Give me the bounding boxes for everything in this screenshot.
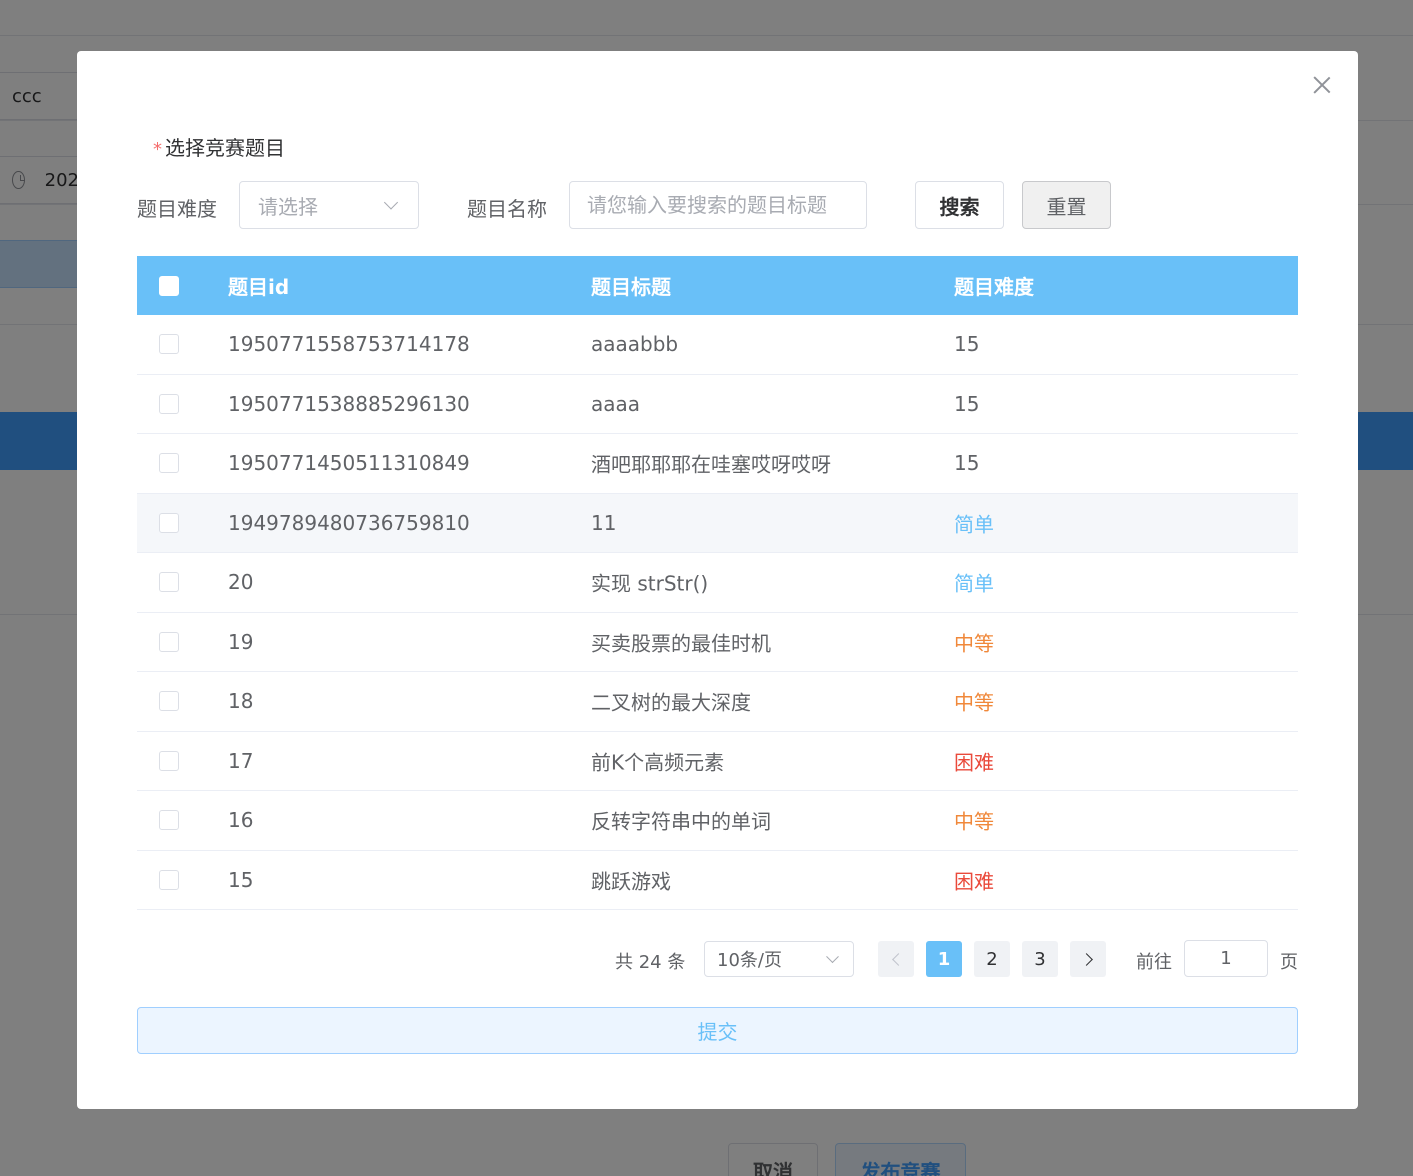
row-checkbox[interactable] <box>159 810 179 831</box>
question-difficulty: 困难 <box>954 750 994 775</box>
column-header-difficulty: 题目难度 <box>954 275 1034 299</box>
question-title: 反转字符串中的单词 <box>591 809 771 834</box>
table-row[interactable]: 1949789480736759810 11 简单 <box>137 493 1298 553</box>
table-row[interactable]: 15 跳跃游戏 困难 <box>137 850 1298 910</box>
question-id: 17 <box>228 748 254 773</box>
question-title: 前K个高频元素 <box>591 750 725 775</box>
name-label: 题目名称 <box>467 197 547 221</box>
row-checkbox[interactable] <box>159 750 179 771</box>
row-checkbox[interactable] <box>159 691 179 712</box>
question-difficulty: 中等 <box>954 690 994 715</box>
question-title: 实现 strStr() <box>591 571 709 596</box>
row-checkbox[interactable] <box>159 869 179 890</box>
question-id: 1950771558753714178 <box>228 332 470 357</box>
table-row[interactable]: 18 二叉树的最大深度 中等 <box>137 672 1298 732</box>
page-number-button[interactable]: 1 <box>926 941 962 977</box>
question-id: 1950771538885296130 <box>228 391 470 416</box>
row-checkbox[interactable] <box>159 334 179 355</box>
question-id: 19 <box>228 629 254 654</box>
difficulty-label: 题目难度 <box>137 197 217 221</box>
question-id: 20 <box>228 570 254 595</box>
page-number-button[interactable]: 3 <box>1022 941 1058 977</box>
pagination: 共 24 条 10条/页 1 2 3 前往 页 <box>77 940 1358 977</box>
question-title: 酒吧耶耶耶在哇塞哎呀哎呀 <box>591 452 831 477</box>
column-header-title: 题目标题 <box>591 275 671 299</box>
select-question-dialog: *选择竞赛题目 题目难度 请选择 题目名称 搜索 重置 题目id 题目标题 题目… <box>77 51 1358 1109</box>
chevron-left-icon <box>891 952 905 966</box>
filter-bar: 题目难度 请选择 题目名称 搜索 重置 <box>137 181 1237 229</box>
search-button[interactable]: 搜索 <box>915 181 1004 229</box>
question-title: 二叉树的最大深度 <box>591 690 751 715</box>
total-count: 共 24 条 <box>615 952 686 973</box>
title-search-input[interactable] <box>569 181 867 229</box>
next-page-button[interactable] <box>1070 941 1106 977</box>
row-checkbox[interactable] <box>159 572 179 593</box>
close-icon[interactable] <box>1312 75 1332 95</box>
table-row[interactable]: 1950771450511310849 酒吧耶耶耶在哇塞哎呀哎呀 15 <box>137 434 1298 494</box>
question-id: 16 <box>228 808 254 833</box>
question-id: 1949789480736759810 <box>228 510 470 535</box>
goto-suffix: 页 <box>1280 952 1298 973</box>
table-row[interactable]: 1950771558753714178 aaaabbb 15 <box>137 315 1298 375</box>
column-header-id: 题目id <box>228 275 290 299</box>
question-id: 1950771450511310849 <box>228 451 470 476</box>
question-title: aaaabbb <box>591 332 679 357</box>
question-difficulty: 简单 <box>954 571 994 596</box>
table-row[interactable]: 20 实现 strStr() 简单 <box>137 553 1298 613</box>
question-title: 跳跃游戏 <box>591 869 671 894</box>
question-difficulty: 15 <box>954 391 980 416</box>
chevron-right-icon <box>1079 952 1093 966</box>
row-checkbox[interactable] <box>159 512 179 533</box>
section-title-text: 选择竞赛题目 <box>165 136 285 160</box>
row-checkbox[interactable] <box>159 453 179 474</box>
question-difficulty: 中等 <box>954 809 994 834</box>
question-difficulty: 15 <box>954 451 980 476</box>
question-difficulty: 15 <box>954 332 980 357</box>
submit-button[interactable]: 提交 <box>137 1007 1298 1054</box>
question-difficulty: 困难 <box>954 869 994 894</box>
difficulty-select[interactable]: 请选择 <box>239 181 419 229</box>
table-row[interactable]: 1950771538885296130 aaaa 15 <box>137 374 1298 434</box>
page-size-value: 10条/页 <box>717 950 782 971</box>
chevron-down-icon <box>826 950 839 964</box>
goto-page-input[interactable] <box>1184 940 1268 977</box>
table-row[interactable]: 19 买卖股票的最佳时机 中等 <box>137 612 1298 672</box>
reset-button[interactable]: 重置 <box>1022 181 1111 229</box>
difficulty-select-placeholder: 请选择 <box>258 194 318 219</box>
table-row[interactable]: 16 反转字符串中的单词 中等 <box>137 791 1298 851</box>
select-all-checkbox[interactable] <box>159 275 179 296</box>
question-title: 买卖股票的最佳时机 <box>591 631 771 656</box>
required-mark: * <box>153 139 162 160</box>
table-row[interactable]: 17 前K个高频元素 困难 <box>137 731 1298 791</box>
question-difficulty: 中等 <box>954 631 994 656</box>
section-title: * 选择竞赛题目 <box>153 132 285 161</box>
question-id: 15 <box>228 867 254 892</box>
question-title: 11 <box>591 510 617 535</box>
prev-page-button[interactable] <box>878 941 914 977</box>
row-checkbox[interactable] <box>159 393 179 414</box>
goto-prefix: 前往 <box>1136 952 1172 973</box>
row-checkbox[interactable] <box>159 631 179 652</box>
question-id: 18 <box>228 689 254 714</box>
page-size-select[interactable]: 10条/页 <box>704 941 854 977</box>
question-title: aaaa <box>591 391 641 416</box>
table-header: 题目id 题目标题 题目难度 <box>137 256 1298 315</box>
page-number-button[interactable]: 2 <box>974 941 1010 977</box>
question-difficulty: 简单 <box>954 512 994 537</box>
chevron-down-icon <box>383 195 399 210</box>
question-table: 题目id 题目标题 题目难度 1950771558753714178 aaaab… <box>137 256 1298 910</box>
